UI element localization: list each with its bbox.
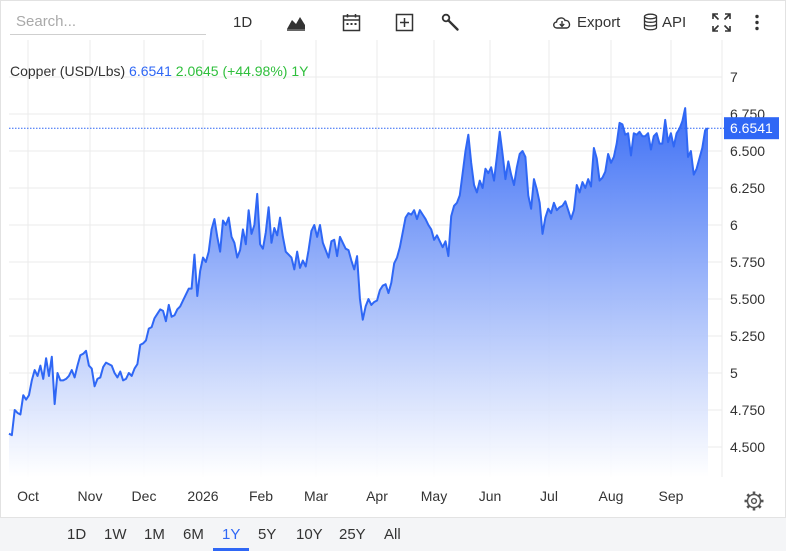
more-menu-button[interactable] xyxy=(753,9,761,35)
plus-square-icon xyxy=(395,13,414,31)
y-tick-label: 5.250 xyxy=(730,328,765,344)
export-button[interactable]: Export xyxy=(551,9,620,35)
y-tick-label: 6 xyxy=(730,217,738,233)
range-25y[interactable]: 25Y xyxy=(339,526,366,543)
y-tick-label: 5 xyxy=(730,365,738,381)
cloud-download-icon xyxy=(553,17,571,29)
wrench-icon xyxy=(441,13,459,31)
last-price-tag: 6.6541 xyxy=(724,117,779,140)
range-1m[interactable]: 1M xyxy=(144,526,165,543)
mountain-chart-icon xyxy=(287,17,305,31)
y-tick-label: 6.500 xyxy=(730,143,765,159)
export-label: Export xyxy=(577,13,621,31)
api-label: API xyxy=(662,13,687,31)
y-tick-label: 5.750 xyxy=(730,254,765,270)
x-tick-label: 2026 xyxy=(187,488,218,504)
x-tick-label: Dec xyxy=(132,488,157,504)
y-tick-label: 6.250 xyxy=(730,180,765,196)
tools-button[interactable] xyxy=(441,9,460,35)
price-tag-label: 6.6541 xyxy=(730,120,773,136)
x-tick-label: Mar xyxy=(304,488,328,504)
x-tick-label: Apr xyxy=(366,488,388,504)
price-chart[interactable]: 76.7506.5006.25065.7505.5005.25054.7504.… xyxy=(0,40,786,517)
range-10y[interactable]: 10Y xyxy=(296,526,323,543)
chart-header: Copper (USD/Lbs) 6.6541 2.0645 (+44.98%)… xyxy=(10,63,308,79)
database-icon xyxy=(643,13,658,31)
fullscreen-button[interactable] xyxy=(712,9,731,35)
range-1w[interactable]: 1W xyxy=(104,526,127,543)
last-price: 6.6541 xyxy=(129,63,172,79)
range-all[interactable]: All xyxy=(384,526,401,543)
range-1y[interactable]: 1Y xyxy=(222,526,240,543)
y-tick-label: 7 xyxy=(730,69,738,85)
x-tick-label: Jun xyxy=(479,488,502,504)
x-tick-label: May xyxy=(421,488,447,504)
x-tick-label: Sep xyxy=(659,488,684,504)
range-1d[interactable]: 1D xyxy=(67,526,86,543)
date-range-button[interactable] xyxy=(342,9,361,35)
change-period: 1Y xyxy=(291,63,309,79)
add-indicator-button[interactable] xyxy=(395,9,414,35)
x-tick-label: Oct xyxy=(17,488,39,504)
api-button[interactable]: API xyxy=(643,9,686,35)
interval-label: 1D xyxy=(233,13,253,31)
range-6m[interactable]: 6M xyxy=(183,526,204,543)
interval-button[interactable]: 1D xyxy=(233,9,252,35)
symbol-name: Copper (USD/Lbs) xyxy=(10,63,126,79)
x-tick-label: Nov xyxy=(78,488,103,504)
range-5y[interactable]: 5Y xyxy=(258,526,276,543)
y-tick-label: 4.750 xyxy=(730,402,765,418)
kebab-menu-icon xyxy=(755,14,759,30)
search-input[interactable] xyxy=(10,9,206,35)
x-tick-label: Feb xyxy=(249,488,273,504)
y-tick-label: 4.500 xyxy=(730,439,765,455)
x-tick-label: Jul xyxy=(540,488,558,504)
chart-type-button[interactable] xyxy=(286,9,306,35)
settings-button[interactable] xyxy=(744,491,764,511)
gear-icon xyxy=(746,493,762,509)
x-axis: Oct Nov Dec 2026 Feb Mar Apr May Jun Jul Aug Sep xyxy=(17,488,684,504)
fullscreen-icon xyxy=(712,12,731,32)
calendar-icon xyxy=(342,13,361,31)
range-selector: 1D 1W 1M 6M 1Y 5Y 10Y 25Y All xyxy=(0,517,786,551)
x-tick-label: Aug xyxy=(599,488,624,504)
y-tick-label: 5.500 xyxy=(730,291,765,307)
price-change: 2.0645 (+44.98%) xyxy=(175,63,288,79)
